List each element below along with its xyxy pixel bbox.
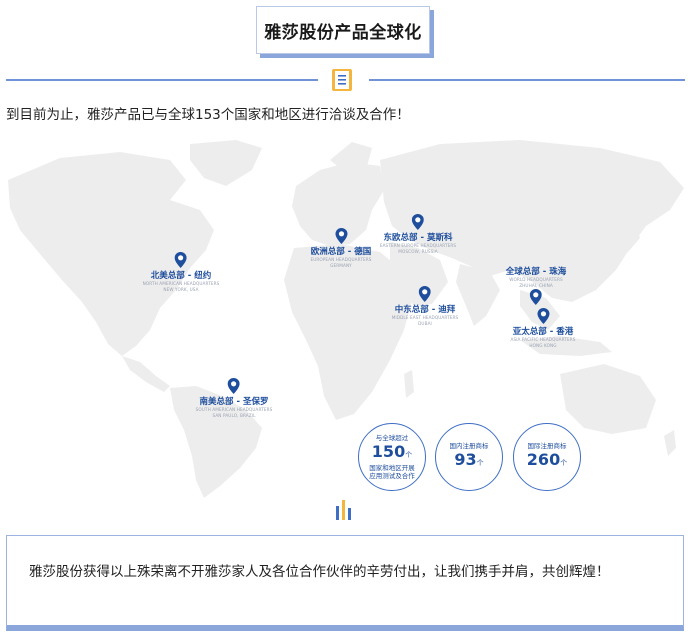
hq-south-america: 南美总部 - 圣保罗 SOUTH AMERICAN HEADQUARTERS S… [196, 378, 273, 419]
hq-asia-pacific: 亚太总部 - 香港 ASIA PACIFIC HEADQUARTERS HONG… [510, 308, 575, 349]
hq-name: 南美总部 - 圣保罗 [199, 397, 269, 407]
hq-name: 亚太总部 - 香港 [512, 327, 574, 337]
hq-english-city: NEW YORK, USA [163, 287, 199, 292]
stat-number: 150个 [371, 442, 413, 461]
location-pin-icon [334, 228, 347, 244]
hq-english-city: HONG KONG [529, 343, 557, 348]
stat-circle-international-trademark: 国际注册商标 260个 [513, 423, 581, 491]
location-pin-icon [227, 378, 240, 394]
stat-label-bottom: 应用测试及合作 [369, 472, 415, 480]
stat-label-bottom: 国家和地区开展 [369, 464, 415, 472]
footer-box: 雅莎股份获得以上殊荣离不开雅莎家人及各位合作伙伴的辛劳付出，让我们携手并肩，共创… [6, 535, 684, 631]
world-map-shape [8, 140, 684, 498]
hq-name: 全球总部 - 珠海 [505, 267, 567, 277]
stat-number: 260个 [526, 450, 568, 469]
hq-world: 全球总部 - 珠海 WORLD HEADQUARTERS ZHUHAI, CHI… [506, 264, 566, 305]
hq-english-city: MOSCOW, RUSSIA [398, 249, 438, 254]
bar-chart-icon [336, 500, 351, 520]
hq-north-america: 北美总部 - 纽约 NORTH AMERICAN HEADQUARTERS NE… [143, 252, 220, 293]
world-map: 北美总部 - 纽约 NORTH AMERICAN HEADQUARTERS NE… [0, 130, 691, 500]
scroll-icon [332, 69, 352, 91]
hq-english-city: DUBAI [418, 321, 432, 326]
hq-english-city: ZHUHAI, CHINA [519, 283, 553, 288]
hq-english-city: SAN PAULO, BRAZIL [212, 413, 256, 418]
location-pin-icon [419, 286, 431, 302]
location-pin-icon [175, 252, 187, 268]
page-title-box: 雅莎股份产品全球化 [256, 6, 430, 54]
stat-circle-global: 与全球超过 150个 国家和地区开展 应用测试及合作 [358, 423, 426, 491]
footer-text: 雅莎股份获得以上殊荣离不开雅莎家人及各位合作伙伴的辛劳付出，让我们携手并肩，共创… [29, 564, 610, 580]
hq-eastern-europe: 东欧总部 - 莫斯科 EASTERN EUROPE HEADQUARTERS M… [380, 214, 456, 255]
hq-middle-east: 中东总部 - 迪拜 MIDDLE EAST HEADQUARTERS DUBAI [392, 286, 459, 327]
divider-right [369, 79, 685, 81]
hq-europe: 欧洲总部 - 德国 EUROPEAN HEADQUARTERS GERMANY [310, 228, 371, 269]
hq-english-city: GERMANY [330, 263, 352, 268]
page-title: 雅莎股份产品全球化 [264, 22, 422, 43]
stat-circle-domestic-trademark: 国内注册商标 93个 [435, 423, 503, 491]
divider-left [6, 79, 318, 81]
hq-name: 中东总部 - 迪拜 [394, 305, 456, 315]
location-pin-icon [411, 214, 424, 230]
hq-name: 东欧总部 - 莫斯科 [383, 233, 453, 243]
hq-name: 北美总部 - 纽约 [150, 271, 212, 281]
location-pin-icon [529, 289, 542, 305]
hq-name: 欧洲总部 - 德国 [310, 247, 372, 257]
intro-text: 到目前为止，雅莎产品已与全球153个国家和地区进行洽谈及合作！ [6, 107, 410, 123]
stat-number: 93个 [454, 450, 484, 469]
location-pin-icon [536, 308, 549, 324]
